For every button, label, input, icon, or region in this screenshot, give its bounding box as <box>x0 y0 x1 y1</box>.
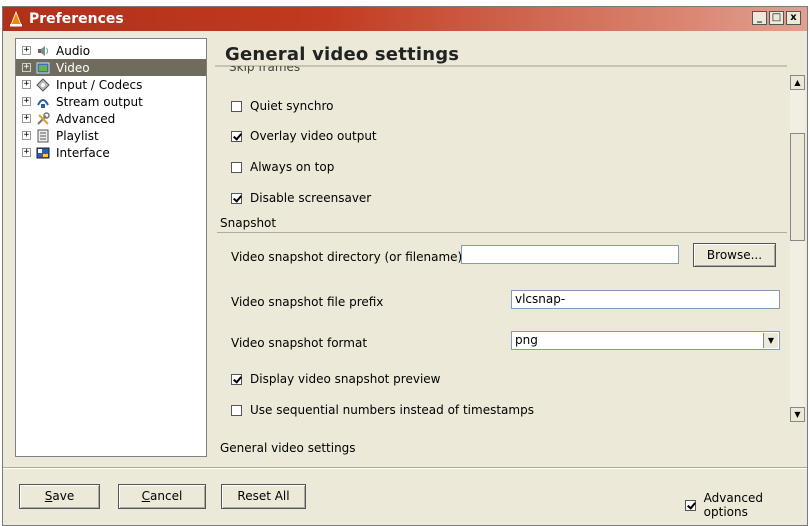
snapshot-format-value: png <box>515 333 538 347</box>
advanced-options-label: Advanced options <box>703 491 763 519</box>
tree-item-stream-output[interactable]: + Stream output <box>16 93 206 110</box>
panel-footer-label: General video settings <box>220 441 356 455</box>
maximize-button[interactable]: □ <box>769 11 784 25</box>
tree-item-video[interactable]: + Video <box>16 59 206 76</box>
advanced-options-toggle[interactable]: Advanced options <box>685 491 807 519</box>
stream-icon <box>37 98 49 108</box>
speaker-icon <box>38 45 48 56</box>
settings-scroll-area: Skip frames Quiet synchro Overlay video … <box>215 66 787 433</box>
playlist-icon <box>37 129 49 142</box>
snapshot-prefix-label: Video snapshot file prefix <box>231 295 384 309</box>
expand-icon[interactable]: + <box>22 97 31 106</box>
disable-screensaver-option[interactable]: Disable screensaver <box>231 191 371 205</box>
bottom-separator <box>3 467 807 469</box>
snapshot-section: Video snapshot directory (or filename) B… <box>217 232 787 433</box>
tree-item-label: Advanced <box>56 111 116 126</box>
save-label-rest: ave <box>52 489 75 503</box>
disable-screensaver-label: Disable screensaver <box>250 191 372 205</box>
expand-icon[interactable]: + <box>22 114 31 123</box>
preferences-window: Preferences _ □ x + Audio + Video + Inpu… <box>2 6 808 526</box>
quiet-synchro-option[interactable]: Quiet synchro <box>231 99 333 113</box>
partial-option-label: Skip frames <box>229 66 301 74</box>
scroll-up-icon[interactable]: ▲ <box>790 75 805 90</box>
sequential-numbers-option[interactable]: Use sequential numbers instead of timest… <box>231 403 534 417</box>
tree-item-advanced[interactable]: + Advanced <box>16 110 206 127</box>
tools-icon <box>37 111 50 125</box>
snapshot-directory-input[interactable] <box>461 245 679 264</box>
always-on-top-option[interactable]: Always on top <box>231 160 334 174</box>
expand-icon[interactable]: + <box>22 46 31 55</box>
expand-icon[interactable]: + <box>22 131 31 140</box>
tree-item-audio[interactable]: + Audio <box>16 42 206 59</box>
cancel-mnemonic: C <box>141 489 151 503</box>
tree-item-label: Stream output <box>56 94 143 109</box>
scroll-down-icon[interactable]: ▼ <box>790 407 805 422</box>
vlc-cone-icon <box>10 11 22 27</box>
codec-icon <box>36 77 50 92</box>
close-button[interactable]: x <box>786 11 801 25</box>
snapshot-format-label: Video snapshot format <box>231 336 368 350</box>
snapshot-directory-label: Video snapshot directory (or filename) <box>231 250 463 264</box>
tree-item-label: Input / Codecs <box>56 77 143 92</box>
title-bar: Preferences _ □ x <box>3 7 807 31</box>
advanced-options-checkbox[interactable] <box>685 499 696 511</box>
reset-all-button[interactable]: Reset All <box>221 484 306 509</box>
tree-item-label: Playlist <box>56 128 99 143</box>
snapshot-preview-label: Display video snapshot preview <box>250 372 441 386</box>
snapshot-prefix-input[interactable]: vlcsnap- <box>511 290 780 309</box>
interface-icon <box>36 147 50 158</box>
sequential-numbers-label: Use sequential numbers instead of timest… <box>250 403 534 417</box>
dropdown-arrow-icon[interactable]: ▼ <box>763 333 778 348</box>
cancel-label-rest: ancel <box>150 489 183 503</box>
expand-icon[interactable]: + <box>22 80 31 89</box>
overlay-video-output-checkbox[interactable] <box>231 130 242 142</box>
sequential-numbers-checkbox[interactable] <box>231 404 242 416</box>
expand-icon[interactable]: + <box>22 63 31 72</box>
minimize-button[interactable]: _ <box>752 11 767 25</box>
category-tree[interactable]: + Audio + Video + Input / Codecs + Strea… <box>15 38 207 457</box>
tree-item-playlist[interactable]: + Playlist <box>16 127 206 144</box>
tree-item-label: Audio <box>56 43 91 58</box>
tree-item-label: Interface <box>56 145 110 160</box>
snapshot-section-header: Snapshot <box>220 216 277 230</box>
save-button[interactable]: Save <box>19 484 100 509</box>
tree-item-input-codecs[interactable]: + Input / Codecs <box>16 76 206 93</box>
cancel-button[interactable]: Cancel <box>118 484 206 509</box>
video-icon <box>36 62 50 73</box>
snapshot-format-select[interactable]: png ▼ <box>511 331 780 350</box>
expand-icon[interactable]: + <box>22 148 31 157</box>
window-title: Preferences <box>29 11 124 27</box>
snapshot-preview-option[interactable]: Display video snapshot preview <box>231 372 441 386</box>
quiet-synchro-label: Quiet synchro <box>250 99 334 113</box>
page-title: General video settings <box>225 44 460 65</box>
tree-item-interface[interactable]: + Interface <box>16 144 206 161</box>
overlay-video-output-label: Overlay video output <box>250 129 377 143</box>
browse-button[interactable]: Browse... <box>693 243 776 267</box>
snapshot-preview-checkbox[interactable] <box>231 373 242 385</box>
scrollbar-thumb[interactable] <box>790 133 805 241</box>
tree-item-label: Video <box>56 60 90 75</box>
disable-screensaver-checkbox[interactable] <box>231 192 242 204</box>
always-on-top-label: Always on top <box>250 160 335 174</box>
quiet-synchro-checkbox[interactable] <box>231 100 242 112</box>
always-on-top-checkbox[interactable] <box>231 161 242 173</box>
vertical-scrollbar[interactable]: ▲ ▼ <box>790 75 805 422</box>
overlay-video-output-option[interactable]: Overlay video output <box>231 129 377 143</box>
